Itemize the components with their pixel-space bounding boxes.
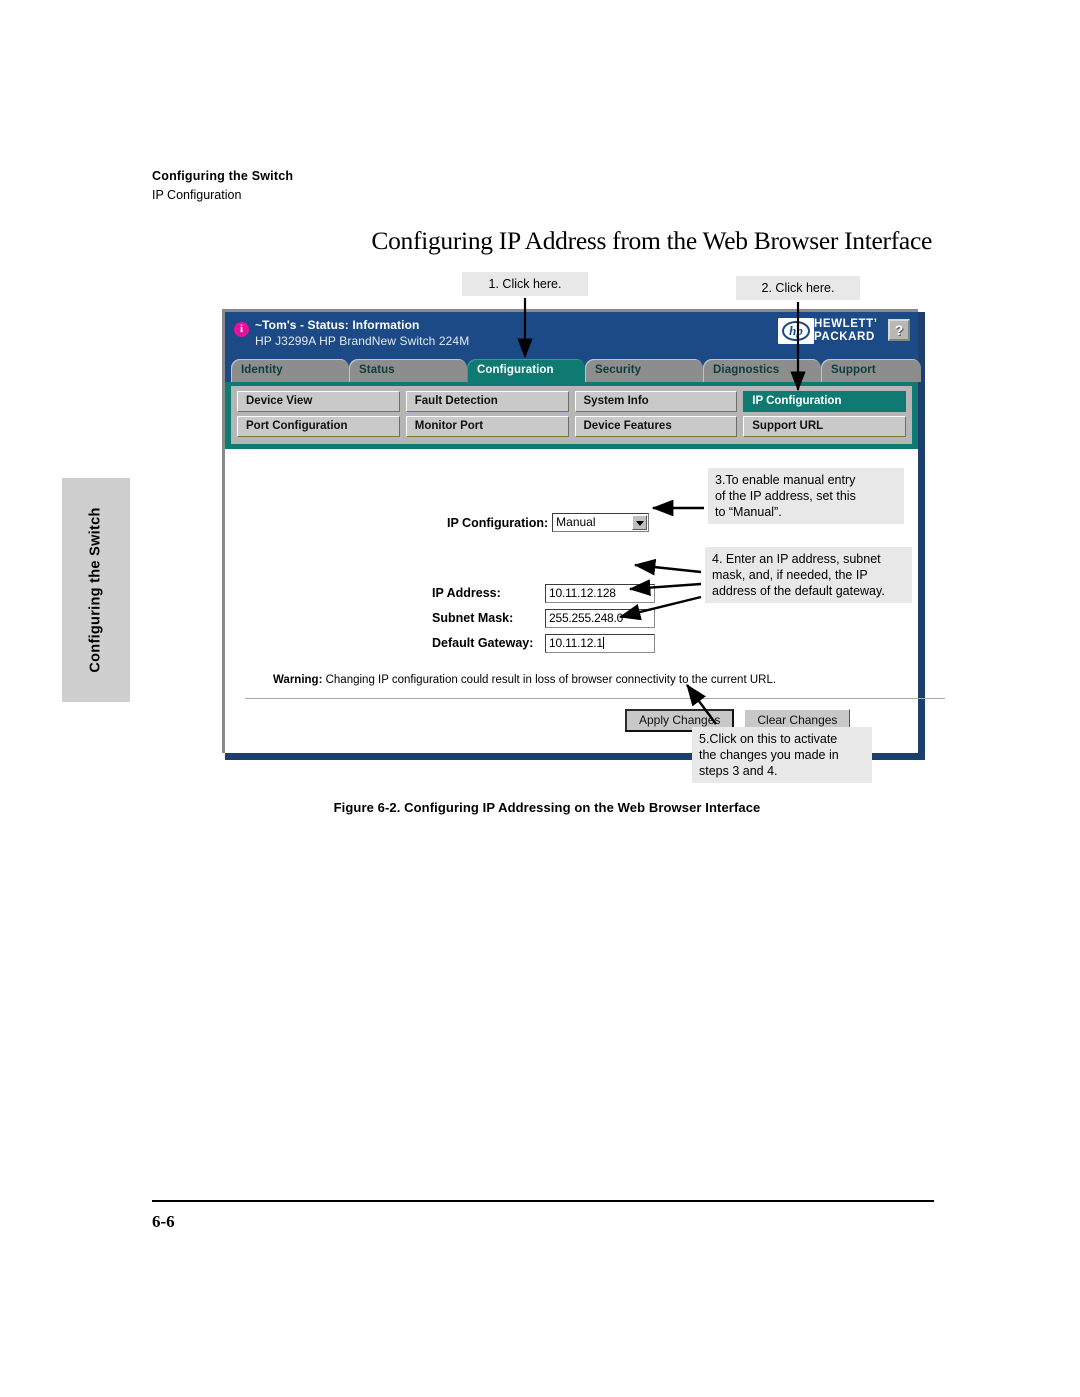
- subtab-inner: Device View Fault Detection System Info …: [231, 386, 912, 444]
- hp-logo-mark: hp: [782, 321, 810, 341]
- callout-3: 3.To enable manual entry of the IP addre…: [708, 468, 904, 524]
- tab-configuration[interactable]: Configuration: [467, 359, 585, 382]
- tab-support[interactable]: Support: [821, 359, 921, 382]
- tab-status[interactable]: Status: [349, 359, 467, 382]
- chevron-down-icon[interactable]: [632, 515, 648, 530]
- subtab-row-1: Device View Fault Detection System Info …: [237, 391, 906, 412]
- panel-divider: [245, 698, 945, 699]
- default-gateway-row: Default Gateway: 10.11.12.1: [432, 632, 655, 654]
- switch-web-interface-window: i ~Tom's - Status: Information HP J3299A…: [222, 309, 945, 753]
- ip-address-input[interactable]: 10.11.12.128: [545, 583, 655, 603]
- callout-4: 4. Enter an IP address, subnet mask, and…: [705, 547, 912, 603]
- hp-brand-name: HEWLETT’ PACKARD: [814, 318, 878, 343]
- callout-2: 2. Click here.: [736, 276, 860, 300]
- subtab-port-configuration[interactable]: Port Configuration: [237, 416, 400, 437]
- default-gateway-label: Default Gateway:: [432, 636, 534, 650]
- page-number: 6-6: [152, 1212, 175, 1231]
- ip-config-mode-value: Manual: [556, 515, 596, 529]
- ip-config-mode-label: IP Configuration:: [447, 515, 549, 530]
- subtab-row-2: Port Configuration Monitor Port Device F…: [237, 416, 906, 437]
- subnet-mask-input[interactable]: 255.255.248.0: [545, 608, 655, 628]
- ip-address-label: IP Address:: [432, 586, 501, 600]
- page-header: Configuring the Switch IP Configuration: [152, 168, 952, 204]
- tab-diagnostics[interactable]: Diagnostics: [703, 359, 821, 382]
- subtab-system-info[interactable]: System Info: [574, 391, 738, 412]
- callout-5: 5.Click on this to activate the changes …: [692, 727, 872, 783]
- warning-text: Changing IP configuration could result i…: [322, 674, 777, 686]
- figure-caption: Figure 6-2. Configuring IP Addressing on…: [333, 800, 761, 815]
- header-chapter: Configuring the Switch: [152, 169, 294, 183]
- ip-address-row: IP Address: 10.11.12.128: [432, 582, 655, 604]
- subnet-mask-label: Subnet Mask:: [432, 611, 514, 625]
- tab-security[interactable]: Security: [585, 359, 703, 382]
- window-title-primary: ~Tom's - Status: Information: [255, 318, 420, 332]
- callout-1: 1. Click here.: [462, 272, 588, 296]
- window-title-secondary: HP J3299A HP BrandNew Switch 224M: [255, 334, 470, 348]
- header-section: IP Configuration: [152, 188, 242, 202]
- main-tabstrip: Identity Status Configuration Security D…: [225, 356, 921, 382]
- subnet-mask-row: Subnet Mask: 255.255.248.0: [432, 607, 655, 629]
- chapter-side-tab-label: Configuring the Switch: [88, 507, 104, 673]
- warning-message: Warning: Changing IP configuration could…: [273, 674, 776, 686]
- page-title: Configuring IP Address from the Web Brow…: [371, 226, 932, 255]
- subtab-ip-configuration[interactable]: IP Configuration: [743, 391, 906, 412]
- subtab-device-features[interactable]: Device Features: [574, 416, 738, 437]
- help-button[interactable]: ?: [888, 319, 910, 341]
- warning-label: Warning:: [273, 674, 323, 686]
- tab-identity[interactable]: Identity: [231, 359, 349, 382]
- ip-config-mode-row: IP Configuration: Manual: [447, 513, 650, 532]
- subtab-monitor-port[interactable]: Monitor Port: [405, 416, 569, 437]
- subtab-device-view[interactable]: Device View: [237, 391, 400, 412]
- chapter-side-tab: Configuring the Switch: [62, 478, 130, 702]
- footer-rule: [152, 1200, 934, 1202]
- window-titlebar: i ~Tom's - Status: Information HP J3299A…: [225, 312, 918, 356]
- hp-logo-icon: hp: [778, 318, 814, 344]
- info-icon: i: [234, 322, 249, 337]
- subtab-fault-detection[interactable]: Fault Detection: [405, 391, 569, 412]
- ip-config-mode-select[interactable]: Manual: [552, 513, 650, 532]
- figure-6-2: i ~Tom's - Status: Information HP J3299A…: [152, 272, 945, 832]
- subtab-panel: Device View Fault Detection System Info …: [225, 382, 918, 449]
- default-gateway-input[interactable]: 10.11.12.1: [545, 633, 655, 653]
- ip-address-fields: IP Address: 10.11.12.128 Subnet Mask: 25…: [432, 582, 655, 657]
- subtab-support-url[interactable]: Support URL: [743, 416, 906, 437]
